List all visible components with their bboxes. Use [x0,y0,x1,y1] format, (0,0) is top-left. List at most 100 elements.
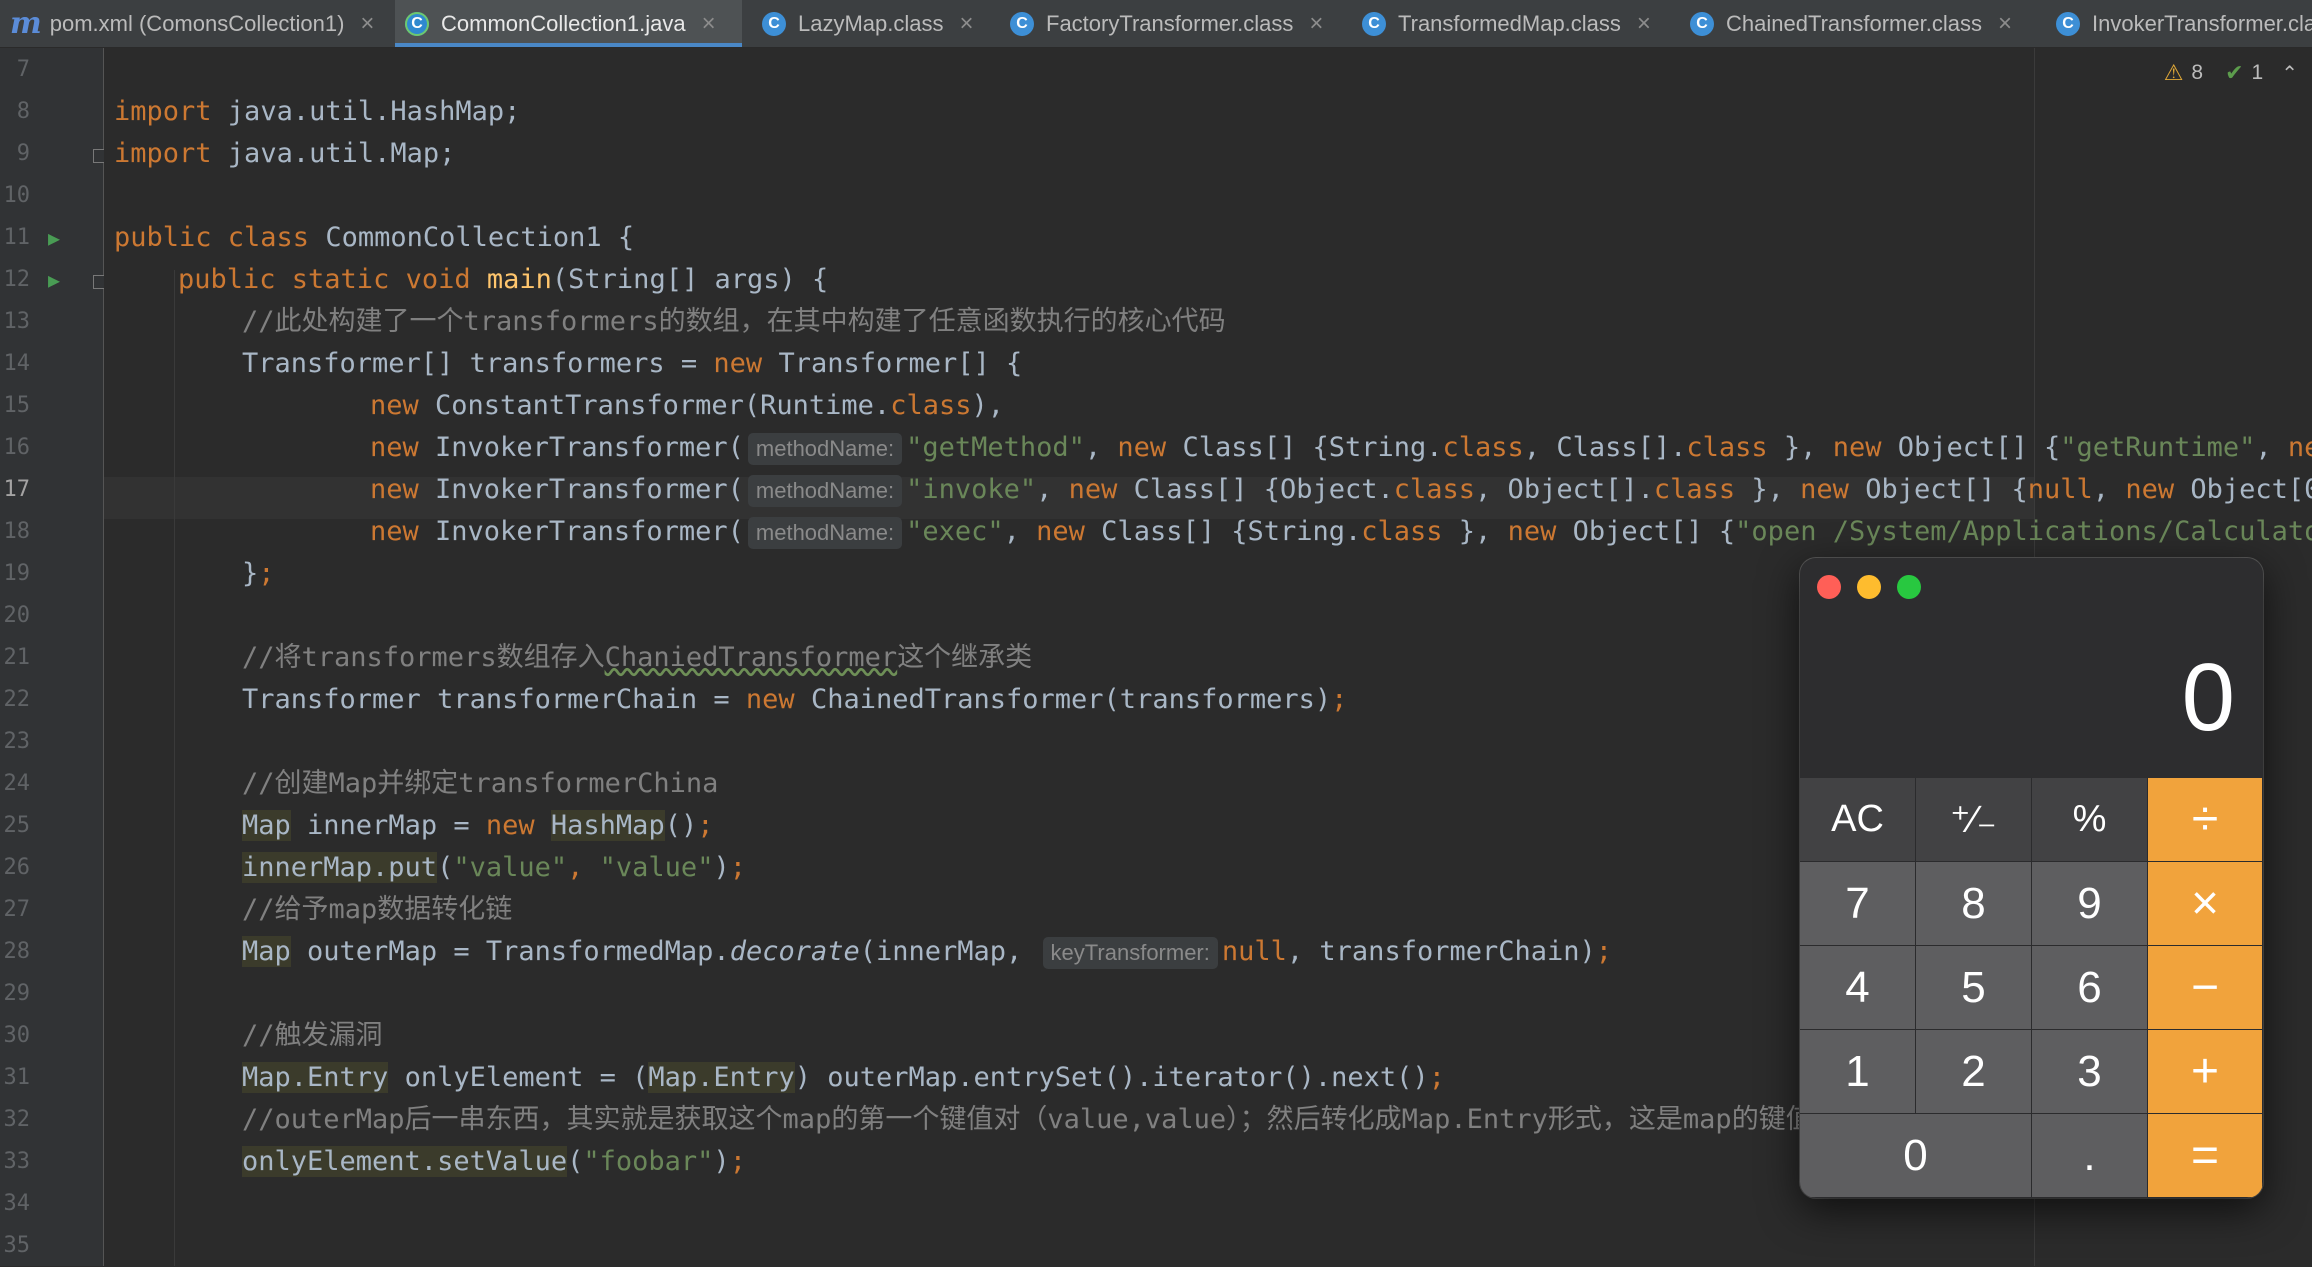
tab-label: LazyMap.class [798,10,944,36]
digit-6-button[interactable]: 6 [2032,946,2148,1030]
tab-lazymap-class[interactable]: C LazyMap.class × [752,0,987,47]
close-window-button[interactable] [1817,575,1841,599]
line-number: 8 [16,99,30,124]
close-icon[interactable]: × [1637,10,1651,38]
parameter-hint: methodName: [747,432,903,465]
code-line-32: //outerMap后一串东西，其实就是获取这个map的第一个键值对（value… [242,1104,1840,1135]
code-line-26: innerMap.put("value", "value"); [242,852,746,883]
code-line-12: public static void main(String[] args) { [178,264,829,295]
line-number: 15 [3,393,31,418]
decimal-button[interactable]: . [2032,1114,2148,1198]
line-number-gutter[interactable]: 7 8 9 10 11 12 13 14 15 16 17 18 19 20 2… [0,48,107,1266]
line-number: 30 [3,1023,31,1048]
line-number-current: 17 [3,477,31,502]
tab-label: InvokerTransformer.cla [2092,10,2312,36]
line-number: 34 [3,1191,31,1216]
digit-1-button[interactable]: 1 [1800,1030,1916,1114]
line-number: 11 [3,225,31,250]
tab-invokertransformer-class[interactable]: C InvokerTransformer.cla [2046,0,2312,47]
line-number: 29 [3,981,31,1006]
run-class-icon[interactable]: ▶ [48,217,60,259]
code-line-21: //将transformers数组存入ChaniedTransformer这个继… [242,642,1033,673]
digit-7-button[interactable]: 7 [1800,862,1916,946]
class-file-icon: C [1362,11,1386,36]
line-number: 14 [3,351,31,376]
calculator-window[interactable]: 0 AC ⁺∕₋ % ÷ 7 8 9 × 4 5 6 − 1 2 3 + 0 .… [1800,558,2263,1198]
close-icon[interactable]: × [360,10,374,38]
minus-button[interactable]: − [2148,946,2263,1030]
typo-count: 1 [2251,61,2264,84]
percent-button[interactable]: % [2032,778,2148,862]
digit-8-button[interactable]: 8 [1916,862,2032,946]
code-line-33: onlyElement.setValue("foobar"); [242,1146,746,1177]
digit-5-button[interactable]: 5 [1916,946,2032,1030]
line-number: 24 [3,771,31,796]
all-clear-button[interactable]: AC [1800,778,1916,862]
minimize-window-button[interactable] [1857,575,1881,599]
plus-minus-button[interactable]: ⁺∕₋ [1916,778,2032,862]
run-main-icon[interactable]: ▶ [48,259,60,301]
tab-label: pom.xml (ComonsCollection1) [49,10,345,36]
line-number: 19 [3,561,31,586]
digit-0-button[interactable]: 0 [1800,1114,2032,1198]
plus-button[interactable]: + [2148,1030,2263,1114]
digit-4-button[interactable]: 4 [1800,946,1916,1030]
line-number: 25 [3,813,31,838]
digit-9-button[interactable]: 9 [2032,862,2148,946]
code-line-30: //触发漏洞 [242,1020,383,1051]
multiply-button[interactable]: × [2148,862,2263,946]
warning-icon: ⚠ [2163,60,2184,85]
divide-button[interactable]: ÷ [2148,778,2263,862]
line-number: 33 [3,1149,31,1174]
line-number: 22 [3,687,31,712]
line-number: 26 [3,855,31,880]
line-number: 13 [3,309,31,334]
code-line-25: Map innerMap = new HashMap(); [242,810,714,841]
class-file-icon: C [1690,11,1714,36]
line-number: 23 [3,729,31,754]
code-line-31: Map.Entry onlyElement = (Map.Entry) oute… [242,1062,1445,1093]
line-number: 32 [3,1107,31,1132]
close-icon[interactable]: × [960,10,974,38]
maven-icon: m [10,6,42,41]
code-line-27: //给予map数据转化链 [242,894,513,925]
java-file-icon: C [405,11,429,36]
line-number: 27 [3,897,31,922]
editor-tab-bar: m pom.xml (ComonsCollection1) × C Common… [0,0,2312,48]
line-number: 31 [3,1065,31,1090]
code-line-28: Map outerMap = TransformedMap.decorate(i… [242,936,1613,969]
tab-label: TransformedMap.class [1398,10,1621,36]
close-icon[interactable]: × [1998,10,2012,38]
line-number: 9 [16,141,30,166]
digit-3-button[interactable]: 3 [2032,1030,2148,1114]
code-line-18: new InvokerTransformer(methodName: "exec"… [370,516,2312,549]
tab-pom-xml[interactable]: m pom.xml (ComonsCollection1) × [0,0,395,47]
chevron-up-icon[interactable]: ⌃ [2281,61,2298,86]
code-line-8: import java.util.HashMap; [114,96,521,127]
code-line-11: public class CommonCollection1 { [114,222,635,253]
tab-factorytransformer-class[interactable]: C FactoryTransformer.class × [1000,0,1340,47]
digit-2-button[interactable]: 2 [1916,1030,2032,1114]
tab-label: CommonCollection1.java [441,10,686,36]
code-line-24: //创建Map并绑定transformerChina [242,768,719,799]
tab-commoncollection1-java[interactable]: C CommonCollection1.java × [395,0,742,47]
calculator-display: 0 [2181,644,2235,751]
close-icon[interactable]: × [1309,10,1323,38]
close-icon[interactable]: × [702,10,716,38]
equals-button[interactable]: = [2148,1114,2263,1198]
line-number: 20 [3,603,31,628]
calculator-titlebar[interactable] [1800,558,2263,618]
parameter-hint: methodName: [747,474,903,507]
line-number: 18 [3,519,31,544]
check-icon: ✔ [2225,60,2244,85]
class-file-icon: C [2056,11,2080,36]
tab-transformedmap-class[interactable]: C TransformedMap.class × [1352,0,1670,47]
tab-chainedtransformer-class[interactable]: C ChainedTransformer.class × [1680,0,2030,47]
calculator-keypad: AC ⁺∕₋ % ÷ 7 8 9 × 4 5 6 − 1 2 3 + 0 . = [1800,778,2263,1198]
class-file-icon: C [1010,11,1034,36]
inspection-widget[interactable]: ⚠ 8 ✔ 1 ⌃ [2164,60,2312,86]
parameter-hint: methodName: [747,516,903,549]
zoom-window-button[interactable] [1897,575,1921,599]
code-line-17: new InvokerTransformer(methodName: "invok… [370,474,2312,507]
code-line-14: Transformer[] transformers = new Transfo… [242,348,1023,379]
